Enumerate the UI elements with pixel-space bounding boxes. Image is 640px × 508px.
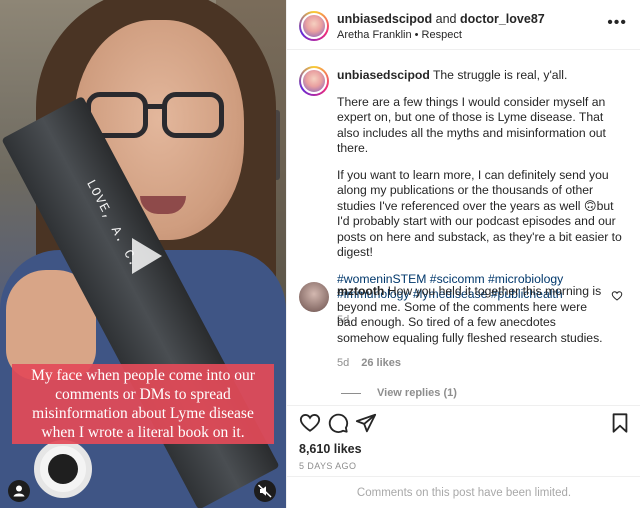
view-replies-button[interactable]: View replies (1) [341, 386, 609, 402]
glasses-right-lens [162, 92, 224, 138]
replies-divider [341, 392, 361, 394]
video-player[interactable]: LOVE, A. C. My face when people come int… [0, 0, 286, 508]
paper-plane-icon [355, 413, 377, 433]
avatar[interactable] [299, 282, 329, 312]
comment-likes[interactable]: 26 likes [361, 357, 401, 369]
comment-bubble-icon [328, 413, 349, 433]
wrist-watch [34, 440, 92, 498]
watch-face [48, 454, 78, 484]
muted-speaker-icon [257, 484, 272, 498]
author-joiner: and [432, 12, 460, 26]
comments-section[interactable]: unbiasedscipod The struggle is real, y'a… [287, 50, 640, 405]
caption-line: when I wrote a literal book on it. [41, 424, 245, 441]
comment-username[interactable]: mztooth [337, 284, 384, 298]
post-actions: 8,610 likes 5 DAYS AGO Comments on this … [287, 405, 640, 508]
comment-age: 5d [337, 357, 350, 369]
avatar-image [301, 68, 327, 94]
comment-button[interactable] [327, 412, 349, 434]
video-caption-overlay: My face when people come into our commen… [12, 364, 274, 444]
caption-line: comments or DMs to spread [55, 386, 231, 403]
coauthor-link[interactable]: doctor_love87 [460, 12, 545, 26]
avatar-image [301, 13, 327, 39]
post-authors: unbiasedscipod and doctor_love87 [337, 12, 545, 26]
avatar[interactable] [299, 11, 329, 41]
bookmark-icon [612, 413, 628, 433]
play-icon [132, 238, 162, 274]
view-replies-label: View replies (1) [377, 386, 457, 399]
person-icon [13, 485, 25, 497]
caption-first-line: The struggle is real, y'all. [432, 68, 568, 82]
post-panel: unbiasedscipod and doctor_love87 Aretha … [286, 0, 640, 508]
comment-meta: 5d 26 likes [337, 356, 609, 372]
like-button[interactable] [299, 412, 321, 434]
glasses-bridge [146, 104, 164, 109]
likes-count[interactable]: 8,610 likes [299, 442, 362, 456]
caption-paragraph: If you want to learn more, I can definit… [337, 167, 622, 260]
caption-line: My face when people come into our [31, 367, 255, 384]
mute-button[interactable] [254, 480, 276, 502]
save-button[interactable] [609, 412, 631, 434]
comments-limited-notice: Comments on this post have been limited. [287, 476, 640, 508]
comment-body: mztooth How you held it together this mo… [337, 284, 609, 401]
caption-line: misinformation about Lyme disease [32, 405, 254, 422]
author-link[interactable]: unbiasedscipod [337, 12, 432, 26]
caption-paragraph: There are a few things I would consider … [337, 94, 606, 156]
play-button[interactable] [116, 228, 172, 284]
heart-icon [299, 414, 321, 432]
tagged-users-button[interactable] [8, 480, 30, 502]
post-date: 5 DAYS AGO [299, 461, 357, 471]
caption-username[interactable]: unbiasedscipod [337, 68, 430, 82]
share-button[interactable] [355, 412, 377, 434]
more-options-button[interactable]: ••• [607, 15, 627, 31]
post-header: unbiasedscipod and doctor_love87 Aretha … [287, 0, 640, 50]
audio-track-link[interactable]: Aretha Franklin • Respect [337, 29, 462, 41]
avatar[interactable] [299, 66, 329, 96]
comment-like-icon[interactable] [611, 290, 623, 302]
